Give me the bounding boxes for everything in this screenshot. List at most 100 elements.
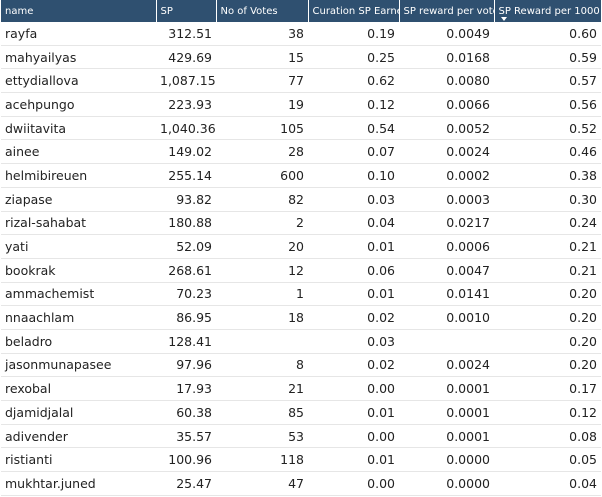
cell-name: dwiitavita bbox=[1, 116, 156, 141]
cell-no-of-votes: 1 bbox=[216, 282, 308, 307]
table-row[interactable]: ristianti 100.96 118 0.01 0.0000 0.05 bbox=[1, 447, 601, 473]
cell-sp-reward-per-vote: 0.0006 bbox=[399, 234, 494, 259]
cell-no-of-votes: 38 bbox=[216, 22, 308, 46]
column-header-label: Curation SP Earned bbox=[312, 5, 399, 17]
data-table-visual: name SP No of Votes Curation SP Earned SP re… bbox=[0, 0, 602, 497]
cell-sp-reward-per-1000-sp: 0.05 bbox=[494, 447, 601, 473]
cell-sp-reward-per-1000-sp: 0.21 bbox=[494, 258, 601, 283]
cell-name: ammachemist bbox=[1, 282, 156, 307]
cell-name: djamidjalal bbox=[1, 400, 156, 425]
cell-sp-reward-per-vote: 0.0141 bbox=[399, 282, 494, 307]
header-row: name SP No of Votes Curation SP Earned SP re… bbox=[1, 0, 601, 22]
table-row[interactable]: rexobal 17.93 21 0.00 0.0001 0.17 bbox=[1, 376, 601, 401]
cell-name: rayfa bbox=[1, 22, 156, 46]
cell-sp-reward-per-1000-sp: 0.52 bbox=[494, 116, 601, 141]
cell-sp-reward-per-1000-sp: 0.30 bbox=[494, 187, 601, 212]
cell-sp-reward-per-1000-sp: 0.46 bbox=[494, 139, 601, 165]
cell-sp-reward-per-vote: 0.0001 bbox=[399, 376, 494, 401]
cell-no-of-votes: 15 bbox=[216, 45, 308, 70]
cell-no-of-votes: 600 bbox=[216, 163, 308, 188]
table-row[interactable]: acehpungo 223.93 19 0.12 0.0066 0.56 bbox=[1, 92, 601, 117]
cell-no-of-votes: 85 bbox=[216, 400, 308, 425]
column-header-sp-reward-per-vote[interactable]: SP reward per vote bbox=[399, 0, 495, 22]
cell-sp: 86.95 bbox=[156, 305, 216, 330]
column-header-label: SP Reward per 1000 SP bbox=[498, 5, 602, 17]
cell-curation-sp-earned: 0.07 bbox=[308, 139, 399, 165]
table-row[interactable]: djamidjalal 60.38 85 0.01 0.0001 0.12 bbox=[1, 400, 601, 425]
cell-sp: 17.93 bbox=[156, 376, 216, 401]
cell-sp-reward-per-1000-sp: 0.20 bbox=[494, 305, 601, 330]
table-row[interactable]: adivender 35.57 53 0.00 0.0001 0.08 bbox=[1, 424, 601, 449]
cell-curation-sp-earned: 0.01 bbox=[308, 282, 399, 307]
cell-sp-reward-per-vote: 0.0000 bbox=[399, 471, 494, 496]
table-row[interactable]: beladro 128.41 0.03 0.20 bbox=[1, 329, 601, 354]
cell-sp: 255.14 bbox=[156, 163, 216, 188]
cell-sp-reward-per-1000-sp: 0.08 bbox=[494, 424, 601, 449]
cell-curation-sp-earned: 0.06 bbox=[308, 258, 399, 283]
cell-curation-sp-earned: 0.62 bbox=[308, 68, 399, 94]
table-row[interactable]: nnaachlam 86.95 18 0.02 0.0010 0.20 bbox=[1, 305, 601, 330]
column-header-sp-reward-per-1000-sp[interactable]: SP Reward per 1000 SP bbox=[494, 0, 601, 22]
table-row[interactable]: rayfa 312.51 38 0.19 0.0049 0.60 bbox=[1, 22, 601, 46]
cell-sp-reward-per-vote: 0.0049 bbox=[399, 22, 494, 46]
cell-name: ziapase bbox=[1, 187, 156, 212]
cell-sp: 180.88 bbox=[156, 211, 216, 236]
column-header-label: No of Votes bbox=[220, 5, 278, 17]
cell-no-of-votes: 18 bbox=[216, 305, 308, 330]
table-row[interactable]: jasonmunapasee 97.96 8 0.02 0.0024 0.20 bbox=[1, 353, 601, 378]
cell-curation-sp-earned: 0.02 bbox=[308, 353, 399, 378]
table-row[interactable]: yati 52.09 20 0.01 0.0006 0.21 bbox=[1, 234, 601, 259]
table-row[interactable]: dwiitavita 1,040.36 105 0.54 0.0052 0.52 bbox=[1, 116, 601, 141]
table-body: rayfa 312.51 38 0.19 0.0049 0.60 mahyailyas 429… bbox=[1, 22, 601, 496]
cell-sp-reward-per-1000-sp: 0.04 bbox=[494, 471, 601, 496]
cell-name: adivender bbox=[1, 424, 156, 449]
column-header-curation-sp-earned[interactable]: Curation SP Earned bbox=[308, 0, 400, 22]
column-header-label: name bbox=[5, 5, 34, 17]
column-header-label: SP bbox=[160, 5, 173, 17]
cell-sp-reward-per-1000-sp: 0.12 bbox=[494, 400, 601, 425]
cell-sp-reward-per-vote: 0.0010 bbox=[399, 305, 494, 330]
table-row[interactable]: bookrak 268.61 12 0.06 0.0047 0.21 bbox=[1, 258, 601, 283]
cell-curation-sp-earned: 0.00 bbox=[308, 471, 399, 496]
cell-name: jasonmunapasee bbox=[1, 353, 156, 378]
cell-sp-reward-per-vote bbox=[399, 329, 494, 354]
cell-sp-reward-per-vote: 0.0003 bbox=[399, 187, 494, 212]
cell-sp-reward-per-vote: 0.0000 bbox=[399, 447, 494, 473]
table-row[interactable]: mukhtar.juned 25.47 47 0.00 0.0000 0.04 bbox=[1, 471, 601, 496]
cell-name: ristianti bbox=[1, 447, 156, 473]
cell-name: acehpungo bbox=[1, 92, 156, 117]
column-header-no-of-votes[interactable]: No of Votes bbox=[216, 0, 309, 22]
cell-name: nnaachlam bbox=[1, 305, 156, 330]
cell-no-of-votes: 82 bbox=[216, 187, 308, 212]
cell-sp-reward-per-vote: 0.0168 bbox=[399, 45, 494, 70]
cell-name: ettydiallova bbox=[1, 68, 156, 94]
cell-curation-sp-earned: 0.12 bbox=[308, 92, 399, 117]
cell-name: yati bbox=[1, 234, 156, 259]
column-header-sp[interactable]: SP bbox=[156, 0, 217, 22]
cell-sp-reward-per-1000-sp: 0.56 bbox=[494, 92, 601, 117]
table-row[interactable]: ammachemist 70.23 1 0.01 0.0141 0.20 bbox=[1, 282, 601, 307]
cell-curation-sp-earned: 0.01 bbox=[308, 234, 399, 259]
table-row[interactable]: ziapase 93.82 82 0.03 0.0003 0.30 bbox=[1, 187, 601, 212]
table-row[interactable]: helmibireuen 255.14 600 0.10 0.0002 0.38 bbox=[1, 163, 601, 188]
cell-name: rizal-sahabat bbox=[1, 211, 156, 236]
table-row[interactable]: ettydiallova 1,087.15 77 0.62 0.0080 0.57 bbox=[1, 68, 601, 94]
cell-sp-reward-per-vote: 0.0066 bbox=[399, 92, 494, 117]
cell-no-of-votes: 53 bbox=[216, 424, 308, 449]
cell-curation-sp-earned: 0.01 bbox=[308, 400, 399, 425]
cell-no-of-votes: 2 bbox=[216, 211, 308, 236]
sort-descending-icon[interactable] bbox=[500, 17, 507, 21]
cell-sp: 429.69 bbox=[156, 45, 216, 70]
cell-no-of-votes: 28 bbox=[216, 139, 308, 165]
cell-sp-reward-per-vote: 0.0024 bbox=[399, 353, 494, 378]
cell-curation-sp-earned: 0.54 bbox=[308, 116, 399, 141]
cell-sp: 1,040.36 bbox=[156, 116, 216, 141]
table-row[interactable]: rizal-sahabat 180.88 2 0.04 0.0217 0.24 bbox=[1, 211, 601, 236]
table-row[interactable]: mahyailyas 429.69 15 0.25 0.0168 0.59 bbox=[1, 45, 601, 70]
cell-name: beladro bbox=[1, 329, 156, 354]
cell-sp: 100.96 bbox=[156, 447, 216, 473]
cell-sp: 70.23 bbox=[156, 282, 216, 307]
cell-no-of-votes: 47 bbox=[216, 471, 308, 496]
table-row[interactable]: ainee 149.02 28 0.07 0.0024 0.46 bbox=[1, 139, 601, 165]
column-header-name[interactable]: name bbox=[1, 0, 157, 22]
